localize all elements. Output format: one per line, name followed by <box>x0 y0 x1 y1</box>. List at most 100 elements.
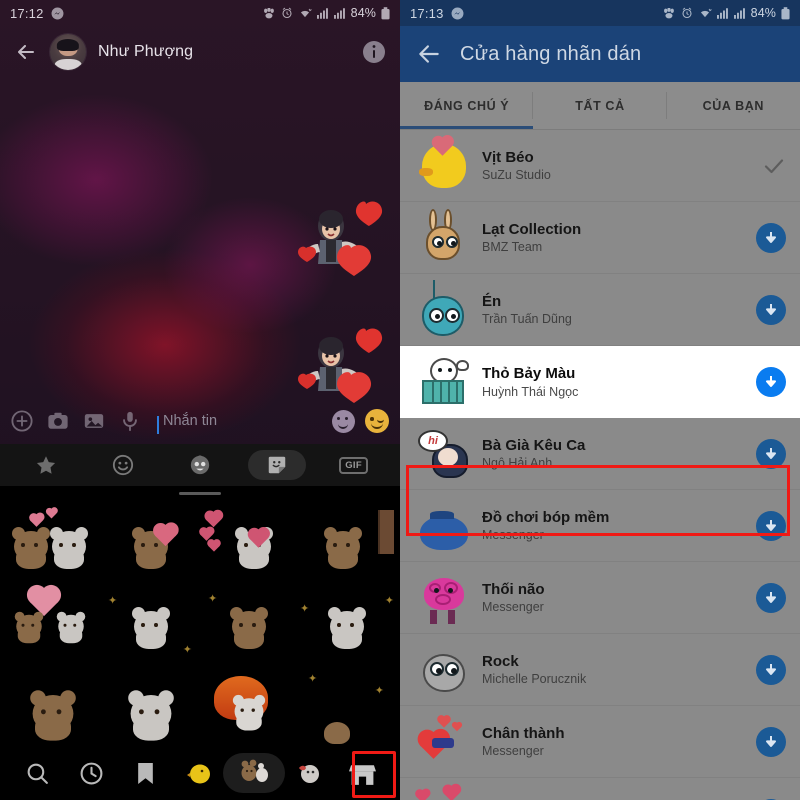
sticker-item[interactable] <box>200 506 298 586</box>
dual-screenshot: 17:12 84% Như Phượng Nhắn tin GIF ✦ ✦ ✦ … <box>0 0 800 800</box>
sticker-item[interactable]: ✦ ✦ <box>298 586 396 666</box>
pack-thumbnail-blob <box>416 279 472 338</box>
table-row[interactable]: Vịt Béo SuZu Studio <box>400 130 800 202</box>
download-button[interactable] <box>756 654 786 685</box>
sticker-item[interactable]: ✦ ✦ <box>102 586 200 666</box>
tab-label: CỦA BẠN <box>702 98 764 113</box>
pack-name: Rock <box>482 652 519 670</box>
sticker-message[interactable] <box>296 196 388 276</box>
sticker-item[interactable] <box>102 506 200 586</box>
store-tabs: ĐÁNG CHÚ Ý TẤT CẢ CỦA BẠN <box>400 82 800 130</box>
tray-tab-avatar[interactable] <box>162 450 239 480</box>
chat-header: Như Phượng <box>0 26 400 78</box>
pack-name: Lạt Collection <box>482 220 582 238</box>
download-button[interactable] <box>756 367 786 397</box>
battery-percent: 84% <box>750 6 776 20</box>
status-time: 17:12 <box>10 5 44 21</box>
plus-icon[interactable] <box>11 410 33 432</box>
download-button[interactable] <box>756 582 786 613</box>
back-arrow-icon[interactable] <box>416 41 442 67</box>
pack-name: Chân thành <box>482 724 565 742</box>
nav-pack-duck[interactable] <box>173 752 227 794</box>
sticker-icon <box>268 456 286 474</box>
table-row-highlighted[interactable]: Thỏ Bảy Màu Huỳnh Thái Ngọc <box>400 346 800 418</box>
page-title: Cửa hàng nhãn dán <box>460 42 642 65</box>
table-row[interactable]: Thối não Messenger <box>400 562 800 634</box>
tray-tab-stickers[interactable] <box>238 450 315 480</box>
sticker-tray-tabs: GIF <box>0 444 400 486</box>
microphone-icon[interactable] <box>119 410 141 432</box>
download-button[interactable] <box>756 294 786 325</box>
sticker-pack-list: Vịt Béo SuZu Studio Lạt Collection BMZ T… <box>400 130 800 800</box>
tab-yours[interactable]: CỦA BẠN <box>667 82 800 129</box>
sticker-item[interactable]: ✦ ✦ ✦ <box>298 666 396 746</box>
wifi-icon <box>698 7 712 19</box>
tab-all[interactable]: TẤT CẢ <box>533 82 667 129</box>
tab-featured[interactable]: ĐÁNG CHÚ Ý <box>400 82 534 129</box>
download-button[interactable] <box>756 222 786 253</box>
store-icon <box>349 764 377 785</box>
signal-icon-2 <box>333 7 346 19</box>
download-icon <box>766 231 776 243</box>
table-row[interactable]: Đồ chơi bóp mềm Messenger <box>400 490 800 562</box>
pack-thumbnail-duck <box>416 136 472 194</box>
signal-icon-1 <box>716 7 729 19</box>
tray-tab-gif[interactable]: GIF <box>315 450 392 480</box>
download-button[interactable] <box>756 438 786 469</box>
sticker-item[interactable] <box>298 506 396 586</box>
sticker-item[interactable] <box>102 666 200 746</box>
download-button[interactable] <box>756 726 786 757</box>
sticker-message[interactable] <box>296 323 388 403</box>
download-button[interactable] <box>756 510 786 541</box>
nav-pack-other[interactable] <box>281 752 335 794</box>
messenger-icon <box>51 7 64 20</box>
table-row[interactable]: Rock Michelle Porucznik <box>400 634 800 706</box>
table-row[interactable]: Chân thành Messenger <box>400 706 800 778</box>
pack-author: BMZ Team <box>482 240 543 255</box>
nav-pack-bears[interactable] <box>227 752 281 794</box>
sticker-grid: ✦ ✦ ✦ ✦ ✦ ✦ ✦ <box>0 500 400 746</box>
info-icon[interactable] <box>362 40 386 64</box>
nav-saved[interactable] <box>119 752 173 794</box>
download-icon <box>766 376 776 387</box>
tray-grab-handle[interactable] <box>0 486 400 500</box>
sticker-item[interactable] <box>4 666 102 746</box>
sticker-item[interactable] <box>4 506 102 586</box>
table-row[interactable]: Én Trần Tuấn Dũng <box>400 274 800 346</box>
pack-name: Moo Deng <box>482 797 756 800</box>
signal-icon-1 <box>316 7 329 19</box>
back-arrow-icon[interactable] <box>14 40 38 64</box>
wink-emoji-icon[interactable] <box>365 409 389 433</box>
sticker-item[interactable] <box>200 666 298 746</box>
tray-tab-emoji[interactable] <box>85 450 162 480</box>
nav-recent[interactable] <box>64 752 118 794</box>
message-input[interactable]: Nhắn tin <box>155 413 318 434</box>
avatar-sticker-icon <box>190 455 210 475</box>
camera-icon[interactable] <box>47 410 69 432</box>
search-icon <box>27 763 48 784</box>
tab-label: ĐÁNG CHÚ Ý <box>424 98 510 113</box>
bookmark-icon <box>138 762 154 784</box>
nav-store[interactable] <box>336 752 390 794</box>
emoji-icon[interactable] <box>332 409 355 433</box>
star-icon <box>37 456 56 474</box>
avatar[interactable] <box>50 34 86 70</box>
sticker-item[interactable] <box>4 586 102 666</box>
table-row[interactable]: Moo Deng Vườn bách thú của Thái Lan <box>400 778 800 800</box>
smiley-icon <box>113 454 134 476</box>
pack-name: Thối não <box>482 580 545 598</box>
tray-tab-favorites[interactable] <box>8 450 85 480</box>
left-status-bar: 17:12 84% <box>0 0 400 26</box>
status-time: 17:13 <box>410 5 444 21</box>
table-row[interactable]: hi Bà Già Kêu Ca Ngô Hải Anh <box>400 418 800 490</box>
signal-icon-2 <box>733 7 746 19</box>
nav-search[interactable] <box>10 752 64 794</box>
pack-name: Đồ chơi bóp mềm <box>482 508 610 526</box>
table-row[interactable]: Lạt Collection BMZ Team <box>400 202 800 274</box>
download-icon <box>766 303 776 315</box>
pack-author: Messenger <box>482 528 544 543</box>
alarm-icon <box>281 7 293 19</box>
sticker-item[interactable]: ✦ <box>200 586 298 666</box>
clock-icon <box>80 762 103 784</box>
gallery-icon[interactable] <box>83 410 105 432</box>
